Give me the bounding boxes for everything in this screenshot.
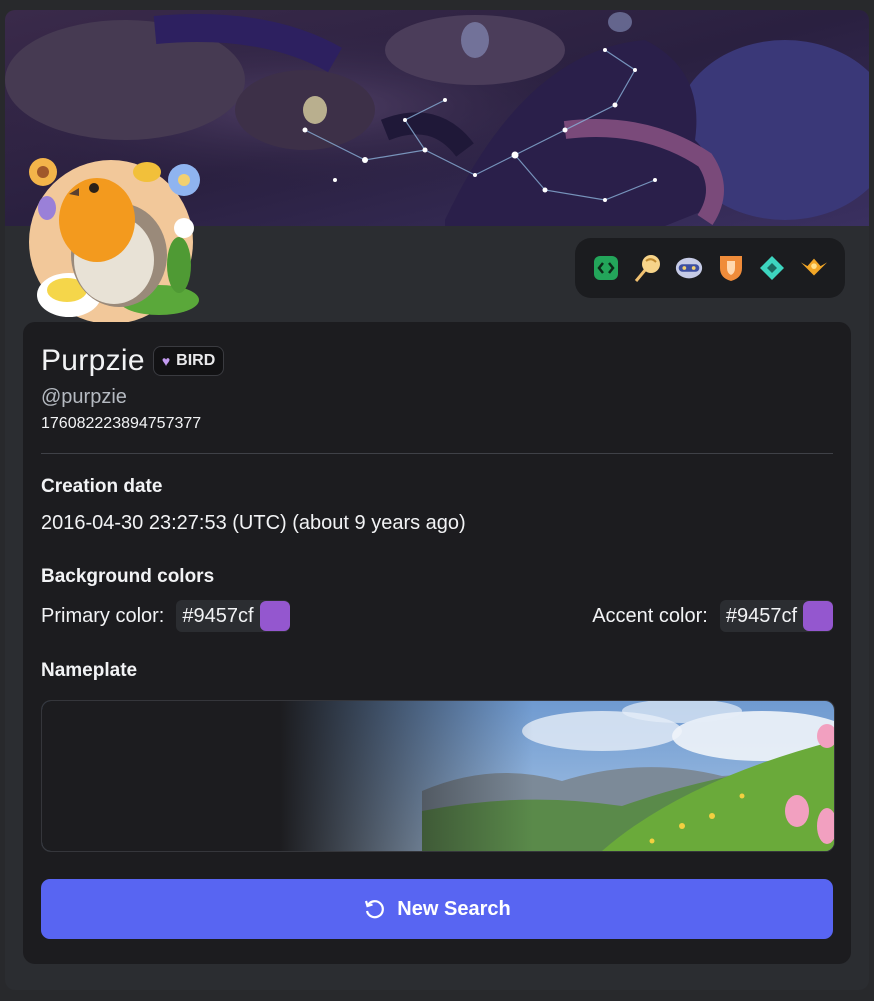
- hypesquad-bravery-badge-icon[interactable]: [716, 253, 746, 283]
- profile-details-panel: Purpzie ♥ BIRD @purpzie 1760822238947573…: [23, 322, 851, 964]
- orbs-badge-icon[interactable]: [799, 253, 829, 283]
- primary-color-row: Primary color: #9457cf: [41, 600, 290, 632]
- heart-icon: ♥: [161, 353, 171, 369]
- background-colors-heading: Background colors: [41, 566, 215, 587]
- nitro-diamond-badge-icon[interactable]: [757, 253, 787, 283]
- refresh-icon: [363, 898, 385, 920]
- user-id: 176082223894757377: [41, 415, 202, 432]
- name-row: Purpzie ♥ BIRD: [41, 344, 225, 378]
- new-search-label: New Search: [397, 897, 511, 920]
- accent-color-swatch: [803, 601, 833, 631]
- nameplate-preview: [41, 700, 835, 852]
- divider: [41, 453, 833, 454]
- accent-color-label: Accent color:: [592, 604, 708, 627]
- avatar[interactable]: [19, 150, 203, 326]
- accent-color-chip[interactable]: #9457cf: [719, 600, 833, 632]
- quest-badge-icon[interactable]: [632, 253, 662, 283]
- display-name: Purpzie: [41, 344, 145, 377]
- active-developer-badge-icon[interactable]: [591, 253, 621, 283]
- nameplate-heading: Nameplate: [41, 660, 138, 681]
- primary-color-chip[interactable]: #9457cf: [176, 600, 290, 632]
- nitro-helmet-badge-icon[interactable]: [674, 253, 704, 283]
- primary-color-swatch: [259, 601, 290, 631]
- server-tag-label: BIRD: [176, 352, 216, 369]
- profile-card: Purpzie ♥ BIRD @purpzie 1760822238947573…: [5, 10, 869, 990]
- username: @purpzie: [41, 386, 127, 408]
- badges-panel: [575, 238, 845, 298]
- creation-date-value: 2016-04-30 23:27:53 (UTC) (about 9 years…: [41, 512, 466, 534]
- accent-color-row: Accent color: #9457cf: [592, 600, 833, 632]
- creation-date-heading: Creation date: [41, 476, 163, 497]
- server-tag[interactable]: ♥ BIRD: [152, 346, 225, 376]
- primary-color-label: Primary color:: [41, 604, 165, 627]
- primary-color-hex: #9457cf: [182, 604, 254, 627]
- new-search-button[interactable]: New Search: [41, 879, 833, 939]
- accent-color-hex: #9457cf: [725, 604, 797, 627]
